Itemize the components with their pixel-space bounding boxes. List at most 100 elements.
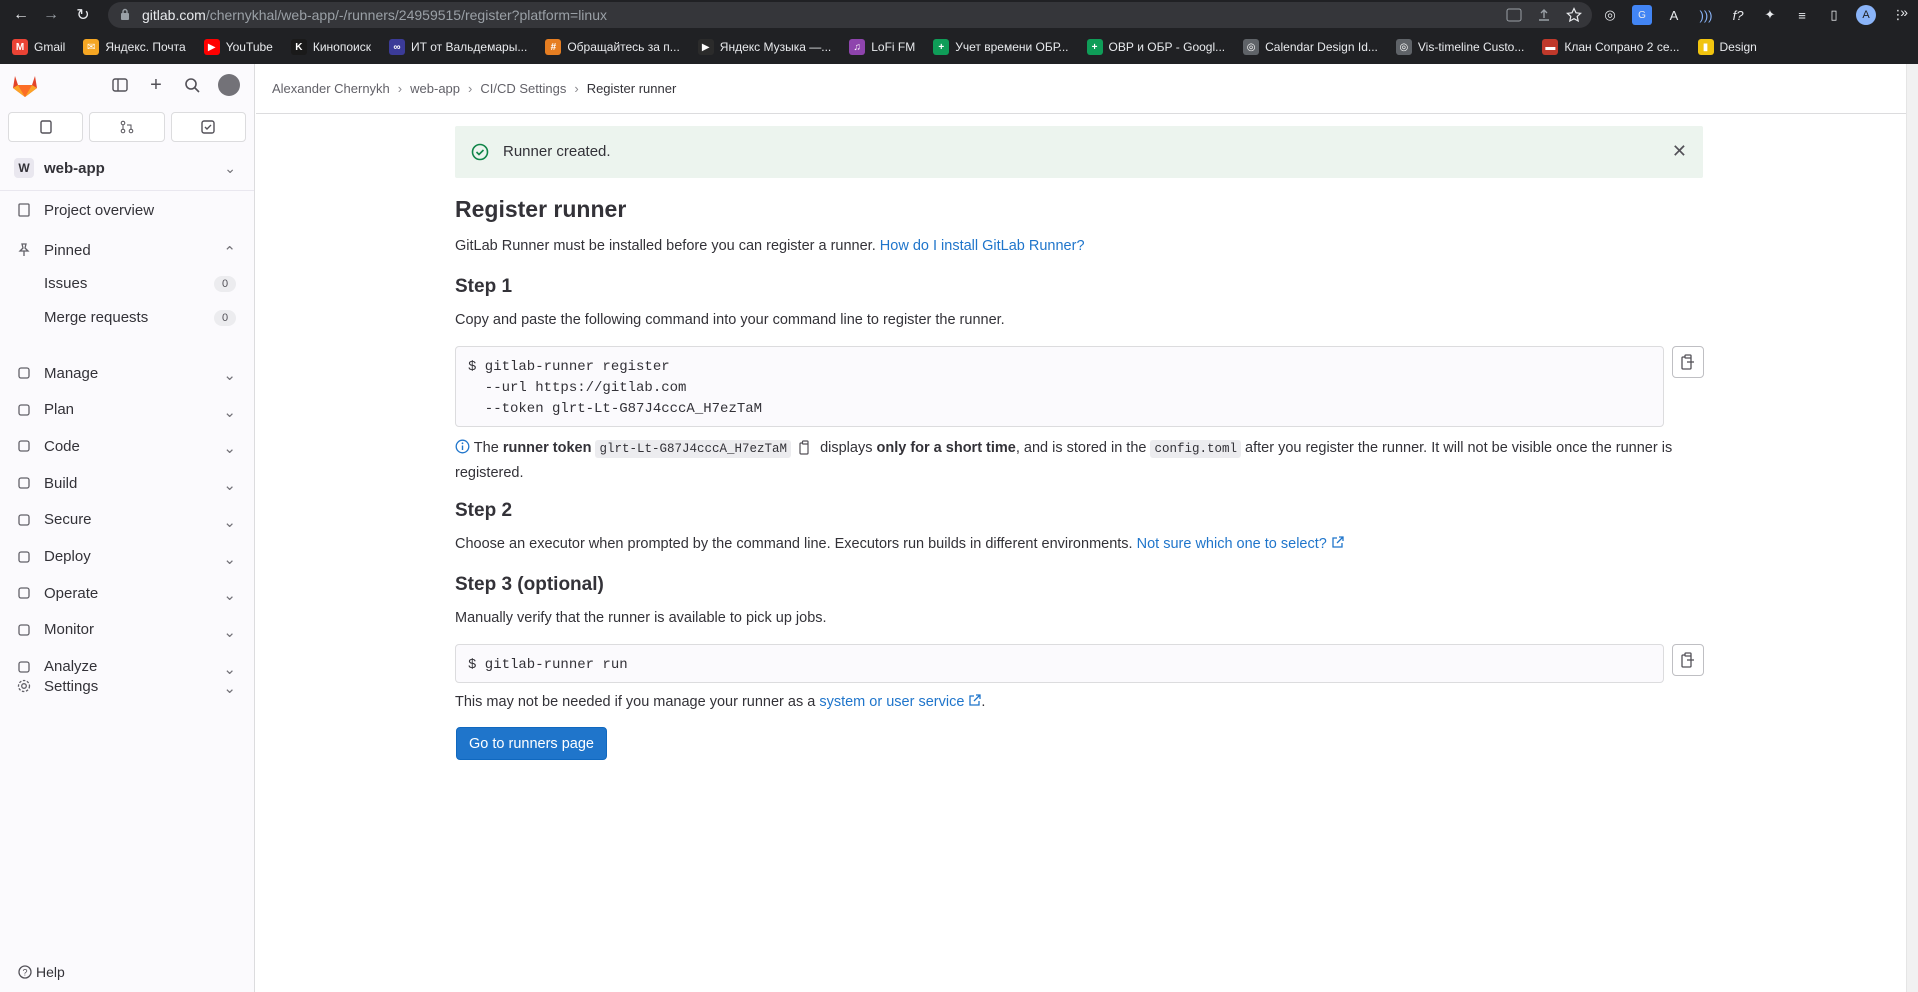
nav-settings[interactable]: Settings ⌄ [8, 670, 246, 702]
nav-build[interactable]: Build ⌄ [8, 467, 246, 499]
bookmark-item[interactable]: ▬ Клан Сопрано 2 се... [1542, 39, 1680, 55]
chevron-down-icon: ⌄ [223, 403, 236, 421]
token-note: The runner token glrt-Lt-G87J4cccA_H7ezT… [455, 436, 1705, 485]
runner-token-code[interactable]: glrt-Lt-G87J4cccA_H7ezTaM [595, 440, 791, 458]
nav-secure[interactable]: Secure ⌄ [8, 504, 246, 536]
bookmark-favicon-icon: ▶ [203, 39, 220, 55]
extension-icon[interactable]: ))) [1696, 5, 1716, 25]
star-icon[interactable] [1566, 7, 1582, 23]
profile-avatar[interactable]: A [1856, 5, 1876, 25]
copy-run-command-button[interactable] [1672, 644, 1704, 676]
bookmark-item[interactable]: ✉ Яндекс. Почта [83, 39, 186, 55]
sidebar-counters [8, 112, 246, 142]
url-text: gitlab.com/chernykhal/web-app/-/runners/… [142, 7, 607, 23]
issues-count-badge: 0 [214, 276, 236, 292]
token-note-text: The [473, 440, 499, 456]
bookmark-item[interactable]: ∞ ИТ от Вальдемары... [388, 39, 527, 55]
code-icon [16, 438, 32, 454]
reading-list-icon[interactable]: ≡ [1792, 5, 1812, 25]
chevron-down-icon: ⌄ [223, 623, 236, 641]
nav-code[interactable]: Code ⌄ [8, 430, 246, 462]
plus-icon[interactable]: + [146, 74, 166, 96]
close-icon[interactable]: ✕ [1672, 141, 1687, 162]
page-scrollbar[interactable] [1906, 64, 1918, 992]
user-avatar[interactable] [218, 74, 240, 96]
bookmark-label: Design [1719, 40, 1757, 54]
gitlab-logo-icon[interactable] [12, 74, 38, 98]
breadcrumb-item[interactable]: web-app [410, 81, 460, 96]
install-runner-link[interactable]: How do I install GitLab Runner? [880, 238, 1085, 254]
side-panel-icon[interactable]: ▯ [1824, 5, 1844, 25]
executor-help-link[interactable]: Not sure which one to select? [1137, 536, 1344, 552]
bookmarks-more-icon[interactable]: » [1900, 4, 1908, 20]
extension-icon[interactable]: A [1664, 5, 1684, 25]
breadcrumb-item[interactable]: Alexander Chernykh [272, 81, 390, 96]
bookmark-item[interactable]: ▶ YouTube [203, 39, 273, 55]
bookmark-favicon-icon: ◎ [1243, 39, 1260, 55]
project-switcher[interactable]: W web-app ⌄ [8, 152, 246, 184]
assigned-issues-button[interactable] [8, 112, 84, 142]
bookmark-item[interactable]: ▶ Яндекс Музыка —... [697, 39, 831, 55]
bookmark-favicon-icon: # [545, 39, 562, 55]
bookmark-favicon-icon: ✉ [83, 39, 100, 55]
run-command-block[interactable]: $ gitlab-runner run [455, 644, 1664, 683]
go-to-runners-button[interactable]: Go to runners page [456, 727, 607, 760]
forward-icon[interactable]: → [40, 4, 62, 26]
omnibox-icons [1506, 7, 1582, 23]
nav-manage[interactable]: Manage ⌄ [8, 357, 246, 389]
nav-deploy[interactable]: Deploy ⌄ [8, 541, 246, 573]
svg-text:?: ? [22, 968, 27, 978]
bookmark-item[interactable]: ◎ Vis-timeline Custo... [1395, 39, 1525, 55]
search-icon[interactable] [182, 75, 202, 95]
nav-operate[interactable]: Operate ⌄ [8, 577, 246, 609]
nav-project-overview[interactable]: Project overview [8, 194, 246, 226]
help-button[interactable]: ? Help [18, 964, 65, 980]
breadcrumb-separator-icon: › [574, 81, 579, 96]
bookmark-item[interactable]: ♫ LoFi FM [849, 39, 915, 55]
nav-label: Monitor [44, 621, 95, 639]
link-label: Not sure which one to select? [1136, 536, 1327, 552]
extension-icon[interactable]: f? [1728, 5, 1748, 25]
toggle-sidebar-icon[interactable] [110, 75, 130, 95]
bookmark-item[interactable]: + Учет времени ОБР... [933, 39, 1069, 55]
system-service-link[interactable]: system or user service [819, 694, 982, 710]
bookmark-item[interactable]: # Обращайтесь за п... [545, 39, 680, 55]
step1-description: Copy and paste the following command int… [455, 312, 1005, 328]
reload-icon[interactable]: ↻ [72, 4, 94, 26]
intro-text: GitLab Runner must be installed before y… [455, 238, 1085, 254]
info-circle-icon [455, 439, 470, 454]
extension-icon[interactable]: ◎ [1600, 5, 1620, 25]
nav-merge-requests[interactable]: Merge requests 0 [8, 301, 246, 333]
share-icon[interactable] [1536, 7, 1552, 23]
bookmark-item[interactable]: + ОВР и ОБР - Googl... [1086, 39, 1225, 55]
todo-list-button[interactable] [170, 112, 246, 142]
bookmark-label: Vis-timeline Custo... [1417, 40, 1525, 54]
breadcrumb-item[interactable]: Register runner [587, 81, 677, 96]
chevron-down-icon: ⌄ [223, 367, 236, 384]
back-icon[interactable]: ← [10, 4, 32, 26]
nav-issues[interactable]: Issues 0 [8, 267, 246, 299]
bookmark-item[interactable]: ▮ Design [1697, 39, 1757, 55]
copy-token-icon[interactable] [799, 440, 812, 455]
sidebar-top-icons: + [110, 74, 240, 96]
copy-register-command-button[interactable] [1672, 346, 1704, 378]
translate-extension-icon[interactable]: G [1632, 5, 1652, 25]
breadcrumb-item[interactable]: CI/CD Settings [480, 81, 566, 96]
translate-icon[interactable] [1506, 7, 1522, 23]
merge-requests-button[interactable] [89, 112, 165, 142]
bookmark-favicon-icon: ∞ [388, 39, 405, 55]
address-bar[interactable]: gitlab.com/chernykhal/web-app/-/runners/… [108, 2, 1592, 28]
bookmark-item[interactable]: K Кинопоиск [290, 39, 371, 55]
copy-icon [1681, 652, 1694, 668]
nav-pinned[interactable]: Pinned ⌃ [8, 234, 246, 266]
register-command-block[interactable]: $ gitlab-runner register --url https://g… [455, 346, 1664, 427]
nav-monitor[interactable]: Monitor ⌄ [8, 614, 246, 646]
bookmark-label: Обращайтесь за п... [567, 40, 680, 54]
puzzle-icon[interactable]: ✦ [1760, 5, 1780, 25]
token-note-text: , and is stored in the [1015, 440, 1147, 456]
bookmark-item[interactable]: M Gmail [12, 39, 65, 55]
token-note-text: after you register the runner. It will n… [1245, 440, 1673, 456]
nav-plan[interactable]: Plan ⌄ [8, 394, 246, 426]
bookmark-item[interactable]: ◎ Calendar Design Id... [1243, 39, 1378, 55]
extensions-bar: ◎ G A ))) f? ✦ ≡ ▯ A ⋮ [1600, 5, 1908, 25]
